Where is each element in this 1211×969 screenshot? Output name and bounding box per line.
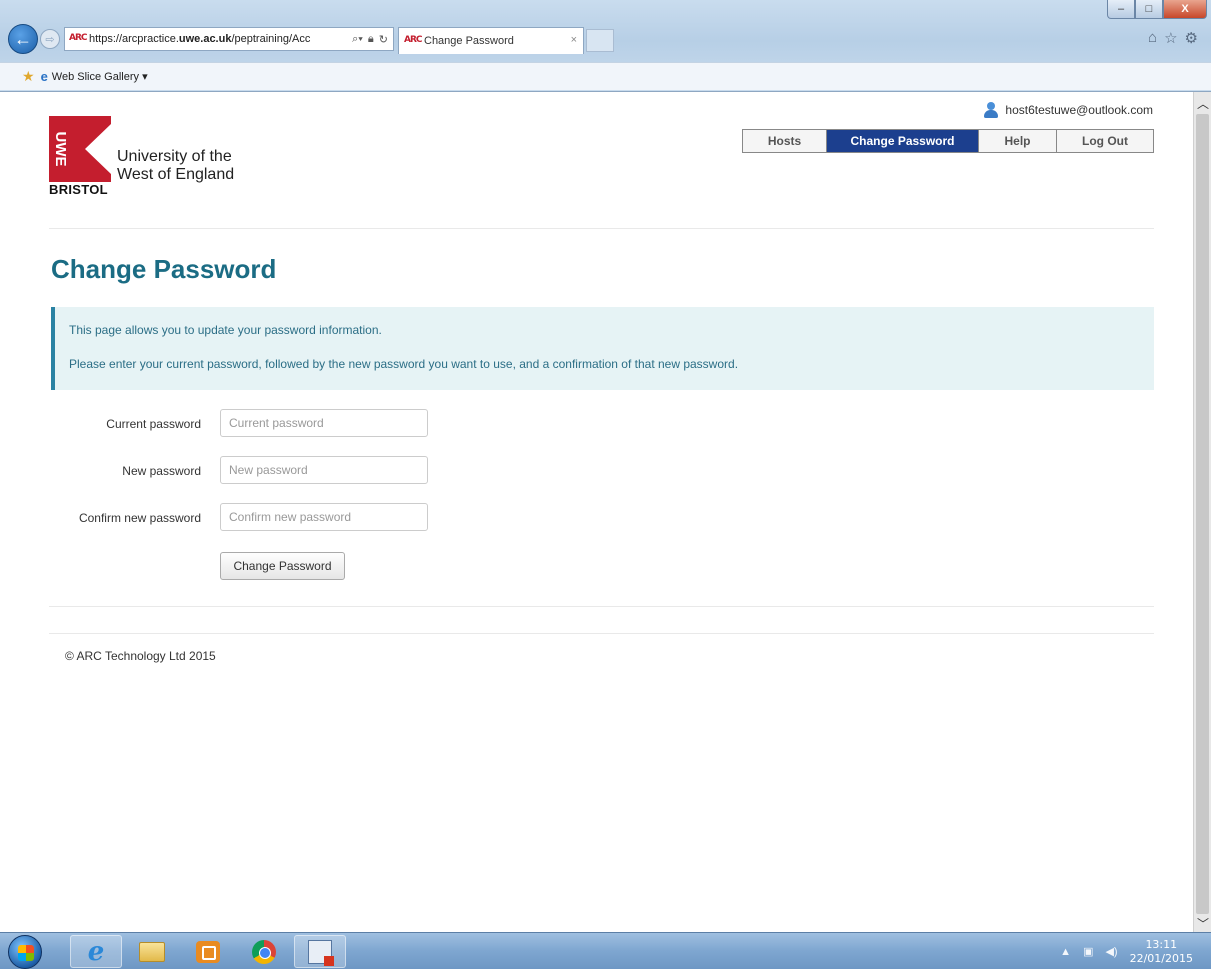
tab-title: Change Password (424, 35, 514, 47)
uwe-logo[interactable]: UWE University of the West of England BR… (49, 116, 269, 201)
clock-date: 22/01/2015 (1129, 951, 1193, 965)
uwe-logo-mark-icon: UWE (49, 116, 111, 182)
folder-icon (139, 941, 165, 962)
current-password-input[interactable] (220, 409, 428, 437)
browser-tab-change-password[interactable]: ARC Change Password × (398, 27, 584, 54)
browser-nav-row: ← ⇨ ARC https://arcpractice.uwe.ac.uk/pe… (4, 24, 1204, 54)
settings-gear-icon[interactable]: ⚙ (1185, 29, 1198, 47)
nav-log-out[interactable]: Log Out (1057, 130, 1153, 152)
back-icon: ← (14, 28, 32, 49)
network-icon[interactable]: ▣ (1083, 945, 1093, 958)
user-icon (983, 102, 999, 118)
info-box: This page allows you to update your pass… (51, 307, 1154, 390)
forward-button[interactable]: ⇨ (40, 29, 60, 49)
logo-mark-text: UWE (52, 132, 69, 167)
refresh-icon[interactable]: ↻ (379, 33, 388, 46)
show-hidden-icon[interactable]: ▲ (1060, 946, 1071, 958)
browser-toolbar-icons: ⌂ ☆ ⚙ (1148, 29, 1198, 47)
user-email: host6testuwe@outlook.com (1005, 103, 1153, 117)
info-line-2: Please enter your current password, foll… (69, 357, 739, 371)
page-title: Change Password (51, 254, 277, 284)
scroll-down-icon[interactable]: ﹀ (1194, 914, 1211, 932)
volume-icon[interactable]: ◀) (1105, 945, 1117, 958)
site-favicon-icon: ARC (69, 33, 88, 43)
forward-icon: ⇨ (45, 33, 55, 46)
logo-line-1: University of the (117, 148, 232, 165)
url-domain: uwe.ac.uk (178, 33, 232, 45)
logo-line-2: West of England (117, 166, 235, 183)
internet-explorer-icon: e (87, 936, 105, 967)
ie-page-icon: e (40, 69, 48, 84)
system-clock[interactable]: 13:11 22/01/2015 (1130, 938, 1193, 966)
taskbar-media-player[interactable] (182, 935, 234, 968)
logo-bristol: BRISTOL (49, 182, 108, 197)
url-path: /peptraining/Acc (231, 33, 311, 45)
tab-close-icon[interactable]: × (571, 34, 577, 46)
maximize-button[interactable]: □ (1135, 0, 1163, 19)
back-button[interactable]: ← (8, 24, 38, 54)
confirm-password-label: Confirm new password (78, 511, 201, 525)
windows-taskbar: e ▲ ▣ ◀) 13:11 22/01/2015 (0, 932, 1211, 969)
lock-icon[interactable]: 🔒︎ (368, 33, 374, 46)
minimize-button[interactable]: – (1107, 0, 1135, 19)
form-divider (49, 606, 1154, 607)
user-info: host6testuwe@outlook.com (983, 102, 1153, 118)
media-player-icon (196, 940, 220, 963)
header-divider (49, 228, 1154, 229)
favorites-star-icon[interactable]: ★ (22, 68, 35, 85)
chrome-icon (252, 939, 276, 964)
logo-text: University of the West of England (117, 148, 234, 184)
favorites-star-icon[interactable]: ☆ (1164, 29, 1177, 47)
taskbar-internet-explorer[interactable]: e (70, 935, 122, 968)
footer-divider (49, 633, 1154, 634)
taskbar-file-explorer[interactable] (126, 935, 178, 968)
change-password-button[interactable]: Change Password (220, 552, 345, 580)
system-tray: ▲ ▣ ◀) 13:11 22/01/2015 (1060, 933, 1211, 969)
nav-hosts[interactable]: Hosts (743, 130, 827, 152)
app-window-icon (308, 939, 334, 966)
new-password-row: New password (51, 456, 651, 486)
new-tab-button[interactable] (586, 29, 614, 52)
page-content: host6testuwe@outlook.com UWE University … (0, 92, 1193, 932)
confirm-password-input[interactable] (220, 503, 428, 531)
favorites-bar: ★ e Web Slice Gallery ▾ (0, 62, 1211, 90)
favorites-item-web-slice-gallery[interactable]: Web Slice Gallery ▾ (52, 70, 148, 83)
url-prefix: https://arcpractice. (89, 33, 179, 45)
taskbar-chrome[interactable] (238, 935, 290, 968)
new-password-label: New password (122, 464, 201, 478)
nav-change-password[interactable]: Change Password (827, 130, 979, 152)
browser-chrome: – □ X ← ⇨ ARC https://arcpractice.uwe.ac… (0, 0, 1211, 92)
address-bar[interactable]: ARC https://arcpractice.uwe.ac.uk/peptra… (64, 27, 394, 51)
scroll-up-icon[interactable]: ︿ (1194, 94, 1211, 112)
window-controls: – □ X (1107, 0, 1207, 19)
scrollbar-thumb[interactable] (1196, 114, 1209, 914)
clock-time: 13:11 (1145, 937, 1178, 951)
taskbar-app[interactable] (294, 935, 346, 968)
address-url[interactable]: https://arcpractice.uwe.ac.uk/peptrainin… (89, 33, 347, 45)
nav-help[interactable]: Help (979, 130, 1057, 152)
confirm-password-row: Confirm new password (51, 503, 651, 533)
search-icon[interactable]: ⌕▾ (352, 33, 363, 46)
start-button-icon[interactable] (8, 935, 42, 969)
current-password-row: Current password (51, 409, 651, 439)
current-password-label: Current password (106, 417, 201, 431)
footer-copyright: © ARC Technology Ltd 2015 (65, 649, 216, 663)
new-password-input[interactable] (220, 456, 428, 484)
vertical-scrollbar[interactable]: ︿ ﹀ (1193, 92, 1211, 932)
address-bar-icons: ⌕▾ 🔒︎ ↻ (347, 33, 393, 46)
top-navigation: Hosts Change Password Help Log Out (742, 129, 1154, 153)
home-icon[interactable]: ⌂ (1148, 29, 1157, 47)
info-line-1: This page allows you to update your pass… (69, 323, 382, 337)
close-window-button[interactable]: X (1163, 0, 1207, 19)
tab-favicon-icon: ARC (404, 35, 423, 45)
